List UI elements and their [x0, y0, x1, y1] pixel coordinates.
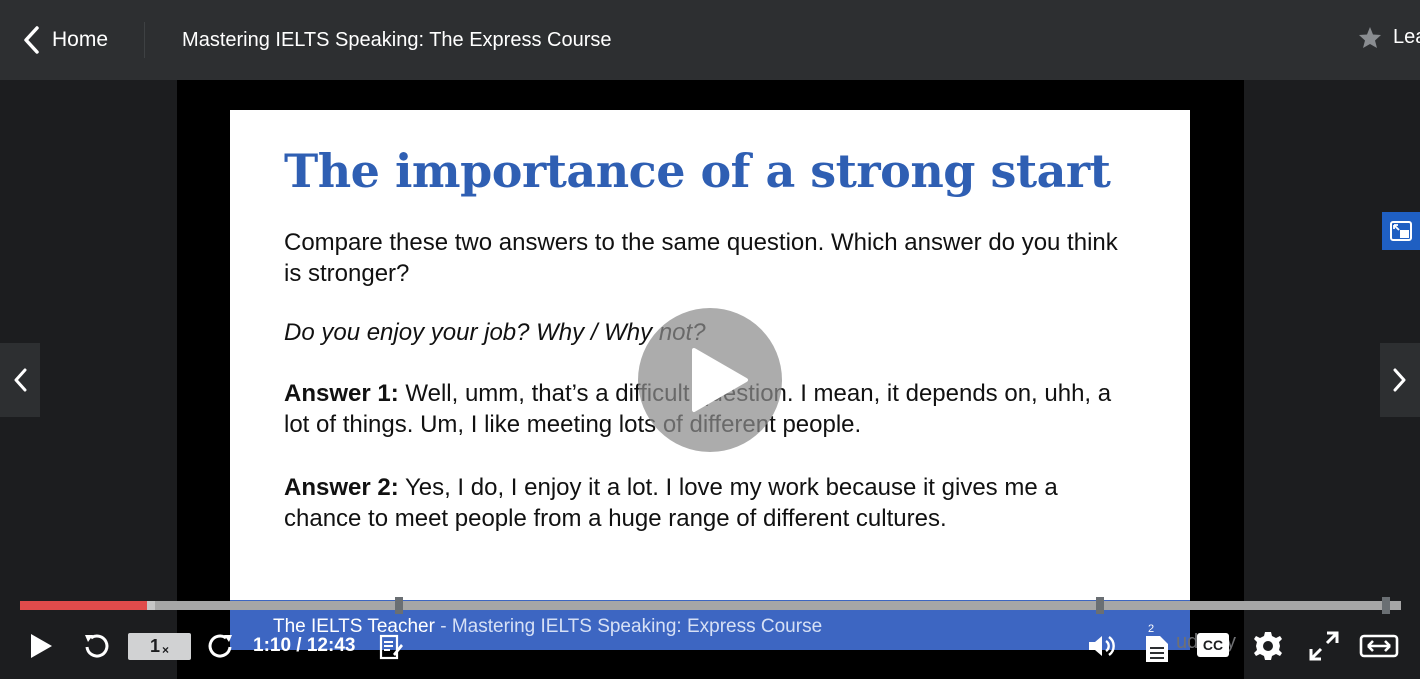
- play-button[interactable]: [26, 631, 56, 661]
- forward-button[interactable]: [206, 631, 236, 661]
- expanded-view-button[interactable]: [1358, 631, 1400, 661]
- picture-in-picture-button[interactable]: [1382, 212, 1420, 250]
- leave-rating-label: Leave a rating: [1393, 26, 1420, 48]
- playback-speed-button[interactable]: 1 ×: [128, 633, 191, 660]
- time-display: 1:10 / 12:43: [253, 635, 356, 656]
- play-icon: [692, 348, 748, 412]
- slide-answer-2: Answer 2: Yes, I do, I enjoy it a lot. I…: [284, 472, 1134, 534]
- video-frame[interactable]: The importance of a strong start Compare…: [177, 80, 1244, 679]
- progress-buffered: [147, 601, 155, 610]
- progress-bar[interactable]: [20, 597, 1401, 614]
- star-icon: [1359, 27, 1381, 48]
- answer-2-label: Answer 2:: [284, 474, 399, 501]
- settings-button[interactable]: [1252, 630, 1284, 662]
- transcript-icon: [1146, 636, 1168, 662]
- speed-value: 1: [149, 636, 160, 656]
- chevron-left-icon: [24, 26, 39, 54]
- add-note-button[interactable]: [378, 633, 404, 661]
- video-stage: The importance of a strong start Compare…: [0, 80, 1420, 679]
- forward-icon: [208, 634, 232, 658]
- rewind-icon: [85, 634, 109, 658]
- chevron-right-icon: [1393, 368, 1406, 392]
- chevron-left-icon: [14, 368, 27, 392]
- slide-question-text: Do you enjoy your job? Why / Why not?: [284, 319, 706, 346]
- expand-icon: [1309, 631, 1339, 661]
- gear-icon: [1254, 632, 1282, 660]
- answer-2-text: Yes, I do, I enjoy it a lot. I love my w…: [284, 474, 1058, 532]
- note-icon: [379, 634, 403, 660]
- home-label: Home: [52, 28, 109, 51]
- captions-button[interactable]: CC: [1197, 633, 1229, 657]
- previous-lecture-button[interactable]: [0, 343, 40, 417]
- progress-played: [20, 601, 147, 610]
- volume-button[interactable]: [1086, 631, 1118, 661]
- expand-width-icon: [1359, 634, 1399, 658]
- speed-suffix: ×: [162, 642, 170, 657]
- chapter-marker[interactable]: [395, 597, 403, 614]
- volume-icon: [1089, 636, 1115, 656]
- chapter-marker[interactable]: [1096, 597, 1104, 614]
- chapter-marker[interactable]: [1382, 597, 1390, 614]
- transcript-button[interactable]: [1142, 631, 1172, 665]
- next-lecture-button[interactable]: [1380, 343, 1420, 417]
- fullscreen-button[interactable]: [1308, 630, 1340, 662]
- slide-title: The importance of a strong start: [284, 144, 1111, 198]
- top-bar: Home Mastering IELTS Speaking: The Expre…: [0, 0, 1420, 80]
- rewind-button[interactable]: [81, 631, 111, 661]
- home-link[interactable]: Home: [0, 22, 146, 58]
- course-title: Mastering IELTS Speaking: The Express Co…: [182, 28, 612, 51]
- transcript-badge: 2: [1148, 623, 1155, 635]
- picture-in-picture-icon: [1390, 221, 1412, 241]
- player-controls: 1 × 1:10 / 12:43 2 CC: [0, 623, 1420, 669]
- slide-intro: Compare these two answers to the same qu…: [284, 229, 1118, 287]
- center-play-button[interactable]: [638, 308, 782, 452]
- play-icon: [31, 634, 52, 658]
- leave-rating-button[interactable]: Leave a rating: [1358, 26, 1420, 49]
- answer-1-label: Answer 1:: [284, 380, 399, 407]
